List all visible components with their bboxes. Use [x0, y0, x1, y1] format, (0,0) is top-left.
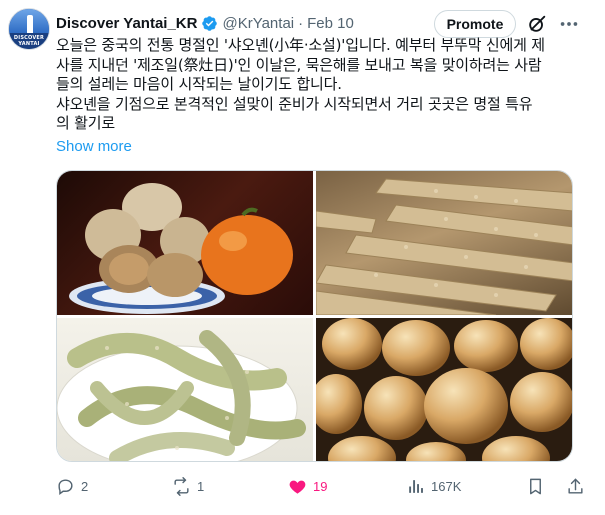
promote-button[interactable]: Promote: [434, 10, 516, 38]
action-bar: 2 1 19 167K: [56, 474, 592, 498]
bookmark-button[interactable]: [526, 474, 545, 498]
bookmark-icon: [530, 478, 541, 494]
tweet-text: 오늘은 중국의 전통 명절인 '샤오녠(小年·소설)'입니다. 예부터 부뚜막 …: [56, 36, 592, 134]
repost-button[interactable]: 1: [172, 474, 204, 498]
reply-count: 2: [81, 478, 89, 494]
reply-icon: [58, 478, 73, 495]
avatar-logo-text: DISCOVER YANTAI: [13, 35, 45, 47]
verified-badge-icon[interactable]: [201, 15, 218, 32]
like-button[interactable]: 19: [288, 474, 327, 498]
tweet-text-line: 들의 설레는 마음이 시작되는 날이기도 합니다.: [56, 75, 342, 93]
views-button[interactable]: 167K: [406, 474, 461, 498]
tweet-text-line: 의 활기로: [56, 114, 115, 132]
post-date[interactable]: Feb 10: [307, 15, 354, 32]
tweet-header: Discover Yantai_KR @KrYantai · Feb 10: [56, 12, 354, 34]
grok-icon[interactable]: [526, 13, 548, 35]
sesame-sticks-photo[interactable]: [316, 171, 572, 315]
more-options-icon[interactable]: [558, 13, 580, 35]
heart-icon: [289, 480, 306, 494]
separator-dot: ·: [298, 14, 304, 32]
view-count: 167K: [431, 478, 462, 494]
dried-round-snacks-and-persimmon-photo[interactable]: [57, 171, 313, 315]
repost-count: 1: [197, 478, 205, 494]
sesame-coated-sweets-plate-photo[interactable]: [57, 318, 313, 461]
photo-illustration: [316, 178, 572, 315]
tweet-text-line: 사를 지내던 '제조일(祭灶日)'인 이날은, 묵은해를 보내고 복을 맞이하려…: [56, 55, 542, 74]
media-grid: [56, 170, 573, 462]
photo-illustration: [57, 330, 306, 461]
author-name[interactable]: Discover Yantai_KR: [56, 15, 197, 32]
photo-illustration: [69, 183, 293, 314]
reply-button[interactable]: 2: [56, 474, 88, 498]
tweet-text-line: 샤오녠을 기점으로 본격적인 설맞이 준비가 시작되면서 거리 곳곳은 명절 특…: [56, 94, 533, 113]
tweet-text-line: 오늘은 중국의 전통 명절인 '샤오녠(小年·소설)'입니다. 예부터 부뚜막 …: [56, 36, 545, 54]
photo-illustration: [316, 318, 572, 461]
share-icon: [568, 478, 583, 494]
golden-round-candies-photo[interactable]: [316, 318, 572, 461]
show-more-link[interactable]: Show more: [56, 138, 132, 155]
repost-icon: [174, 476, 189, 496]
tweet-card[interactable]: DISCOVER YANTAI Discover Yantai_KR @KrYa…: [0, 0, 605, 515]
like-count: 19: [313, 478, 328, 494]
views-icon: [409, 479, 423, 493]
avatar[interactable]: DISCOVER YANTAI: [8, 8, 50, 50]
author-handle[interactable]: @KrYantai: [222, 15, 294, 32]
avatar-tower: [27, 15, 33, 33]
share-button[interactable]: [566, 474, 585, 498]
